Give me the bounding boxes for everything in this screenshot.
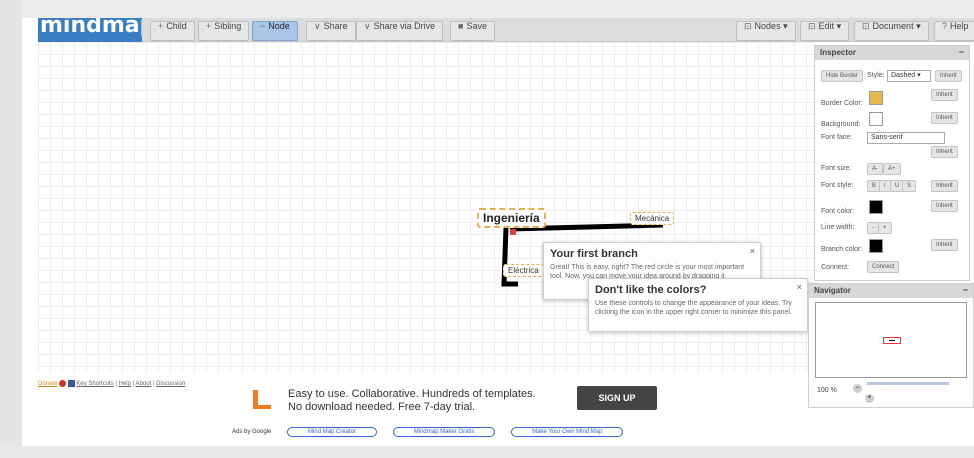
inherit-button[interactable]: Inherit (931, 146, 958, 158)
font-size-decrease-button[interactable]: A- (867, 163, 883, 175)
footer-links: Donate Key Shortcuts | Help | About | Di… (38, 380, 186, 388)
key-shortcuts-link[interactable]: Key Shortcuts (76, 381, 113, 387)
style-label: Style: (867, 72, 885, 79)
navigator-preview[interactable] (815, 302, 967, 378)
mini-branch (889, 340, 895, 341)
share-icon: ∨ (314, 21, 321, 31)
plus-icon: + (158, 21, 164, 31)
google-plus-icon[interactable] (59, 380, 67, 387)
root-node[interactable]: Ingeniería (477, 208, 546, 228)
ad-logo-icon (253, 390, 271, 409)
zoom-out-icon[interactable]: − (853, 384, 862, 393)
donate-link[interactable]: Donate (38, 381, 57, 387)
font-face-label: Font face: (821, 134, 853, 141)
child-button[interactable]: + Child (150, 21, 195, 41)
hide-border-button[interactable]: Hide Border (821, 70, 864, 82)
popup-body: Use these controls to change the appeara… (595, 300, 792, 316)
ad-link-make-your-own-mind-map[interactable]: Make Your Own Mind Map (511, 427, 624, 437)
sign-up-button[interactable]: SIGN UP (577, 386, 657, 410)
page-margin-left (0, 0, 22, 458)
popup-title: Don't like the colors? (595, 284, 707, 296)
help-menu[interactable]: ? Help (934, 21, 974, 41)
inherit-button[interactable]: Inherit (935, 70, 962, 82)
inherit-button[interactable]: Inherit (931, 200, 958, 212)
navigator-panel: Navigator − 100 % − + (808, 283, 974, 408)
zoom-level: 100 % (817, 387, 837, 394)
inherit-button[interactable]: Inherit (931, 239, 958, 251)
inherit-button[interactable]: Inherit (931, 89, 958, 101)
border-color-swatch[interactable] (869, 91, 883, 105)
node-button[interactable]: − Node (252, 21, 298, 41)
help-icon: ? (942, 21, 948, 31)
plus-icon: + (206, 21, 212, 31)
line-width-label: Line width: (821, 224, 855, 231)
nodes-menu[interactable]: ⊡ Nodes ▾ (736, 21, 796, 41)
zoom-in-icon[interactable]: + (865, 394, 874, 403)
help-link[interactable]: Help (119, 381, 131, 387)
share-icon: ∨ (364, 21, 371, 31)
sibling-button[interactable]: + Sibling (198, 21, 250, 41)
branch-color-swatch[interactable] (869, 239, 883, 253)
minus-icon: − (260, 21, 266, 31)
node-mecanica[interactable]: Mecánica (630, 212, 675, 225)
italic-button[interactable]: I (879, 180, 891, 192)
ads-by-google-label: Ads by Google (232, 429, 272, 435)
mindmap-canvas[interactable]: Ingeniería Mecánica Eléctrica Your first… (38, 42, 814, 372)
font-color-swatch[interactable] (869, 200, 883, 214)
navigator-header: Navigator − (809, 284, 973, 298)
branch-color-label: Branch color: (821, 246, 863, 253)
ad-banner[interactable]: Easy to use. Collaborative. Hundreds of … (232, 373, 664, 425)
close-icon[interactable]: × (750, 246, 755, 256)
edit-menu[interactable]: ⊡ Edit ▾ (800, 21, 850, 41)
node-electrica[interactable]: Eléctrica (503, 264, 544, 277)
menu-icon: ⊡ (862, 21, 870, 31)
app-logo: mindmaps (38, 18, 142, 42)
menu-icon: ⊡ (744, 21, 752, 31)
inspector-panel: Inspector − Hide Border Style: Dashed ▾ … (814, 45, 970, 281)
strikethrough-button[interactable]: S (902, 180, 917, 192)
about-link[interactable]: About (136, 381, 152, 387)
ad-link-mindmap-maker-gratis[interactable]: Mindmap Maker Gratis (392, 427, 496, 437)
ad-links: Ads by Google Mind Map Creator Mindmap M… (232, 427, 624, 437)
mindmaps-app: mindmaps +Child +Sibling −Node ∨Share ∨S… (22, 18, 974, 446)
inherit-button[interactable]: Inherit (931, 112, 958, 124)
line-width-increase-button[interactable]: + (878, 222, 892, 234)
toolbar: mindmaps +Child +Sibling −Node ∨Share ∨S… (38, 18, 974, 42)
minimize-icon[interactable]: − (963, 285, 968, 295)
save-button[interactable]: ■ Save (450, 21, 495, 41)
page-margin-bottom (0, 446, 974, 458)
ad-link-mind-map-creator[interactable]: Mind Map Creator (287, 427, 378, 437)
document-menu[interactable]: ⊡ Document ▾ (854, 21, 929, 41)
font-style-label: Font style: (821, 182, 854, 189)
border-style-select[interactable]: Dashed ▾ (887, 70, 931, 82)
connect-button[interactable]: Connect (867, 261, 900, 273)
font-size-label: Font size: (821, 165, 852, 172)
share-button[interactable]: ∨ Share (306, 21, 356, 41)
font-color-label: Font color: (821, 208, 855, 215)
navigator-viewport[interactable] (883, 337, 901, 344)
facebook-icon[interactable] (67, 380, 75, 387)
ad-text: Easy to use. Collaborative. Hundreds of … (288, 388, 536, 413)
inspector-header: Inspector − (815, 46, 969, 60)
font-size-increase-button[interactable]: A+ (883, 163, 901, 175)
discussion-link[interactable]: Discussion (156, 381, 185, 387)
background-color-swatch[interactable] (869, 112, 883, 126)
background-label: Background: (821, 121, 861, 128)
red-drag-handle[interactable] (510, 229, 516, 235)
connect-label: Connect: (821, 264, 850, 271)
border-color-label: Border Color: (821, 100, 863, 107)
popup-title: Your first branch (550, 248, 638, 260)
close-icon[interactable]: × (797, 282, 802, 292)
zoom-slider[interactable] (867, 382, 949, 385)
share-via-drive-button[interactable]: ∨ Share via Drive (356, 21, 444, 41)
save-icon: ■ (458, 21, 464, 31)
font-face-select[interactable]: Sans-serif (867, 132, 945, 144)
tutorial-popup-colors: Don't like the colors? Use these control… (588, 278, 808, 332)
inherit-button[interactable]: Inherit (931, 180, 958, 192)
minimize-icon[interactable]: − (959, 47, 964, 57)
menu-icon: ⊡ (808, 21, 816, 31)
